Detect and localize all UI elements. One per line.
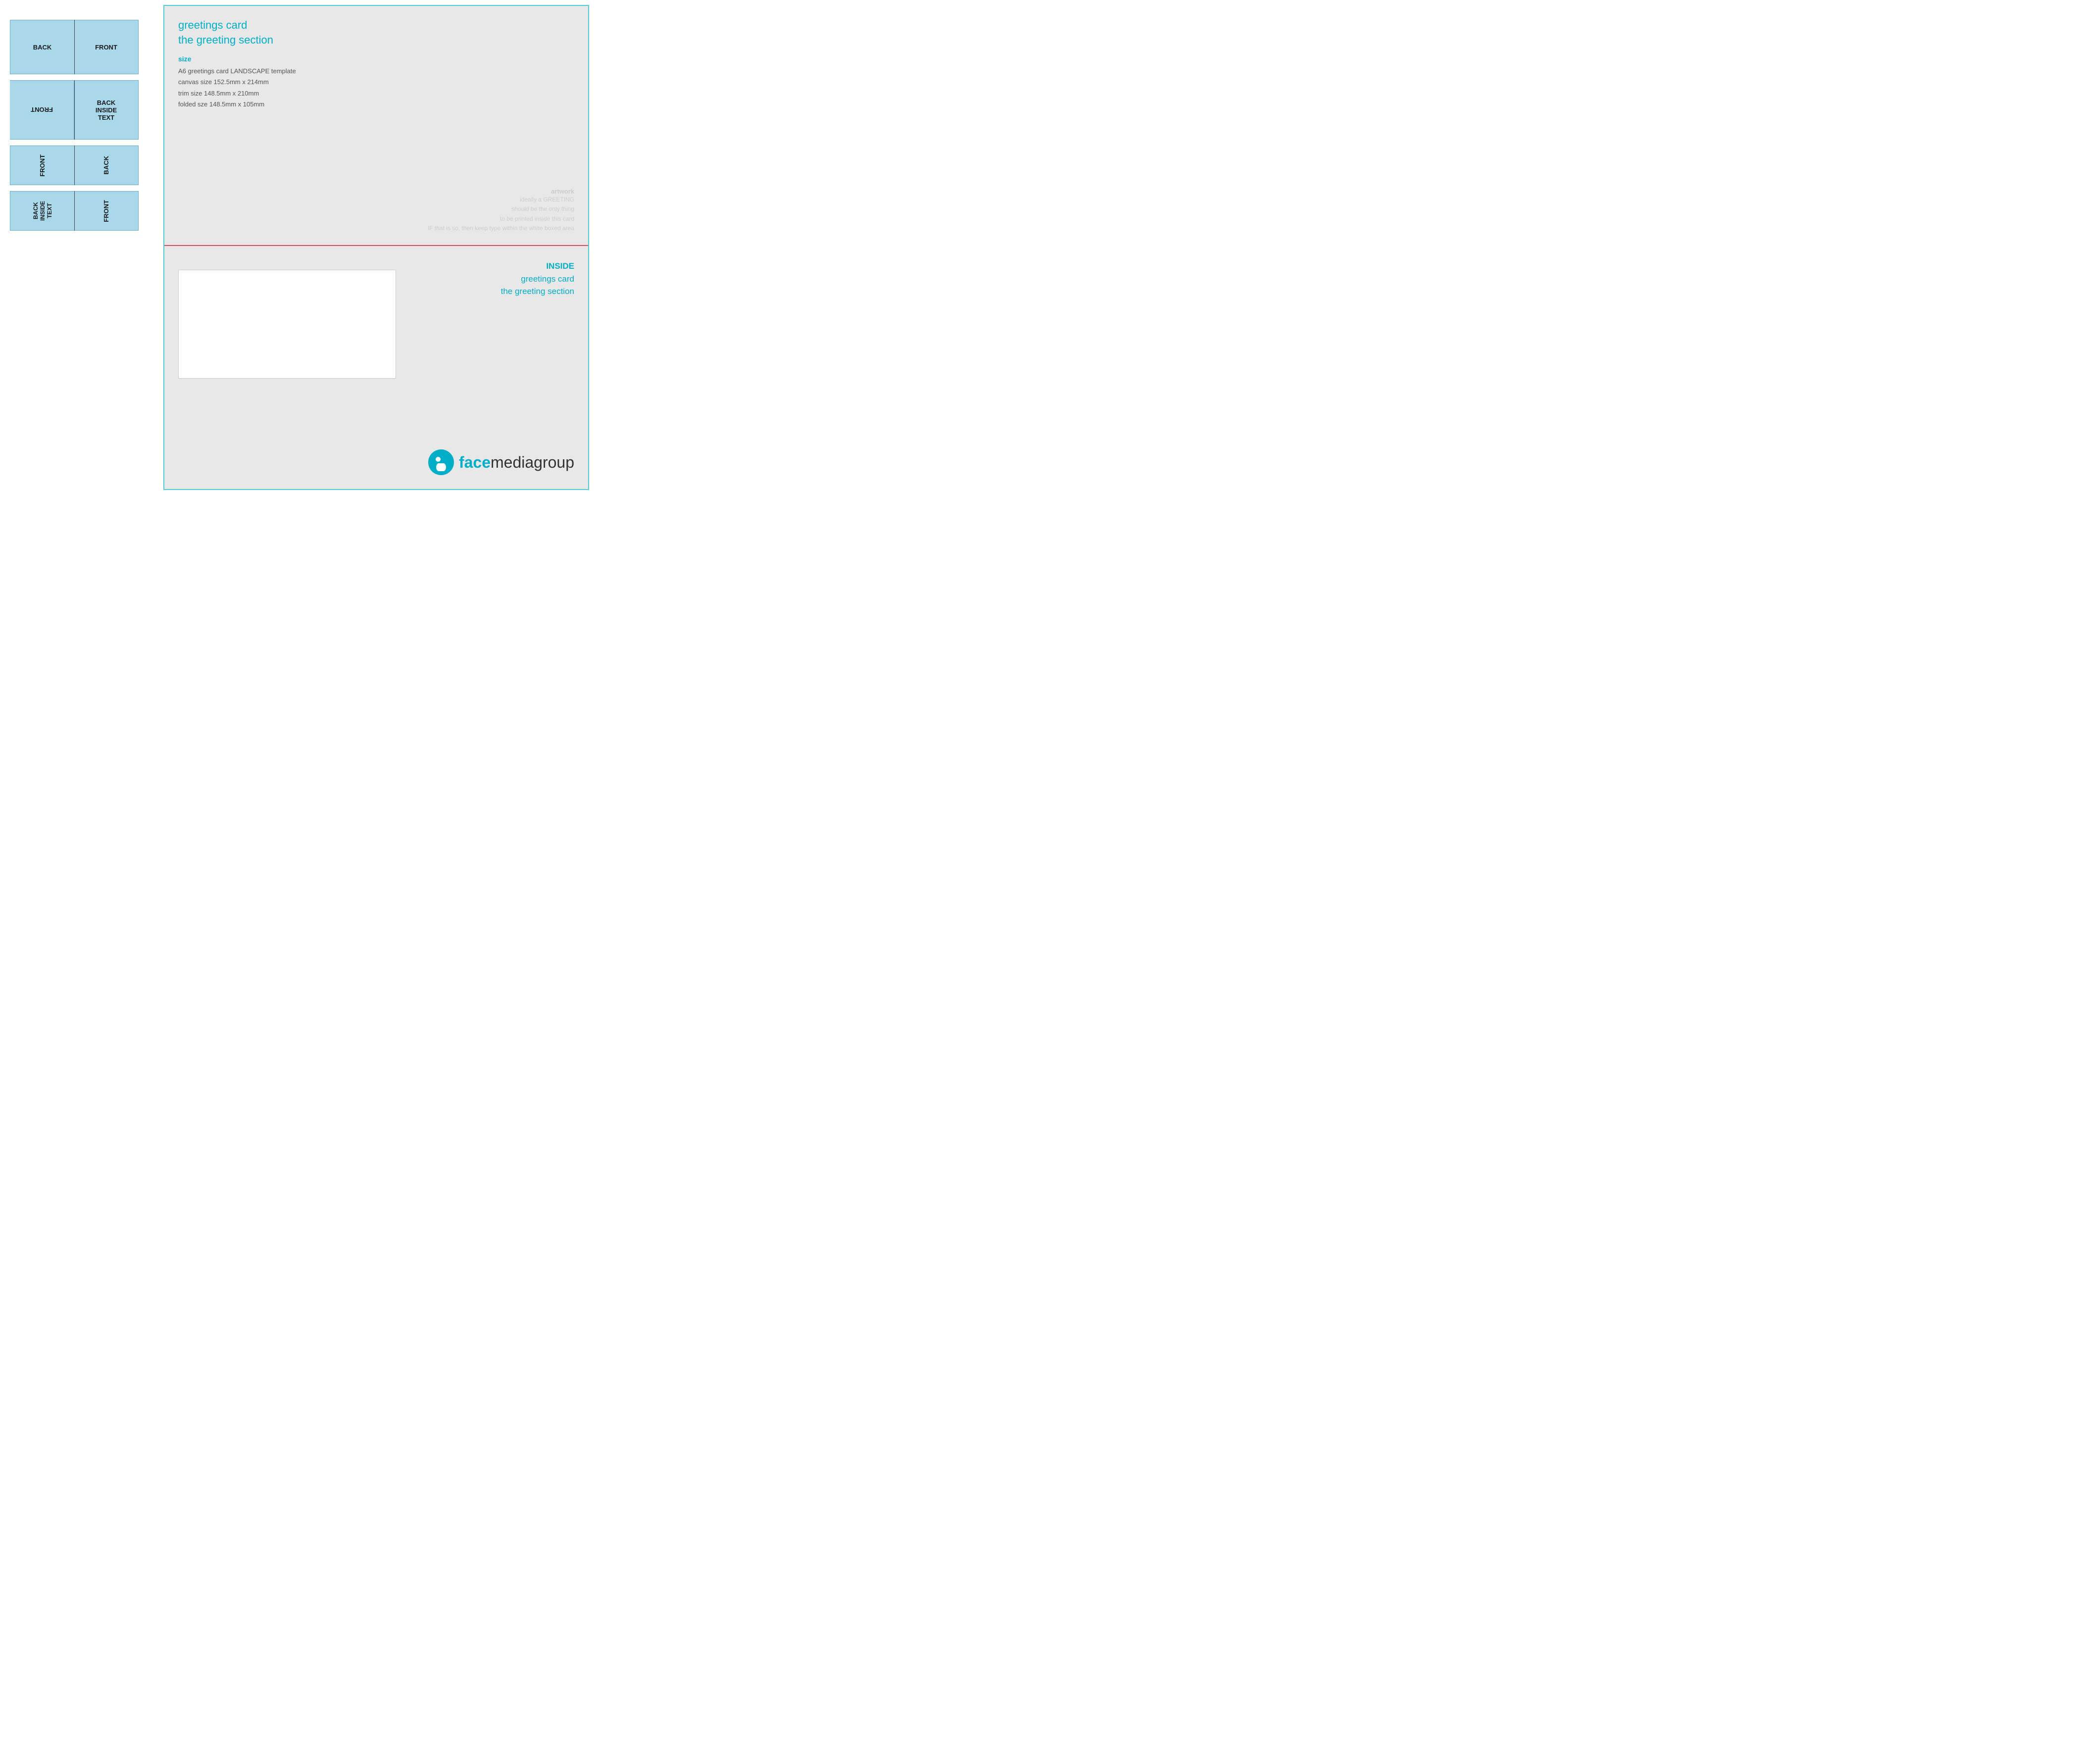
thumb-front-rotated: FRONT	[10, 80, 74, 140]
brand-footer: facemediagroup	[178, 440, 574, 475]
size-label: size	[178, 55, 574, 63]
artwork-box: artwork ideally a GREETING should be the…	[428, 188, 574, 233]
bottom-half: INSIDE greetings card the greeting secti…	[164, 246, 588, 489]
brand-logo: facemediagroup	[428, 449, 574, 475]
brand-text: facemediagroup	[459, 453, 574, 472]
top-half: greetings card the greeting section size…	[164, 6, 588, 246]
thumb-back-inside-text: BACK INSIDE TEXT	[74, 80, 139, 140]
thumb-front-vert: FRONT	[10, 146, 74, 185]
thumb-row-2: FRONT BACK INSIDE TEXT	[10, 80, 139, 140]
thumb-back-inside-vert: BACK INSIDE TEXT	[10, 191, 74, 231]
inside-box	[178, 270, 396, 379]
page-wrapper: BACK FRONT FRONT BACK INSIDE TEXT	[0, 0, 594, 495]
inside-label: INSIDE greetings card the greeting secti…	[501, 260, 574, 298]
right-panel: greetings card the greeting section size…	[163, 5, 589, 490]
thumb-row-4: BACK INSIDE TEXT FRONT	[10, 191, 139, 231]
thumb-front-normal: FRONT	[74, 20, 139, 74]
left-panel: BACK FRONT FRONT BACK INSIDE TEXT	[0, 0, 158, 495]
size-details: A6 greetings card LANDSCAPE template can…	[178, 66, 574, 109]
thumb-row-3: FRONT BACK	[10, 146, 139, 185]
thumb-back-vert: BACK	[74, 146, 139, 185]
card-title: greetings card the greeting section	[178, 18, 574, 47]
face-icon	[428, 449, 454, 475]
thumb-front-vert-2: FRONT	[74, 191, 139, 231]
thumb-back-normal: BACK	[10, 20, 74, 74]
thumb-row-1: BACK FRONT	[10, 20, 139, 74]
